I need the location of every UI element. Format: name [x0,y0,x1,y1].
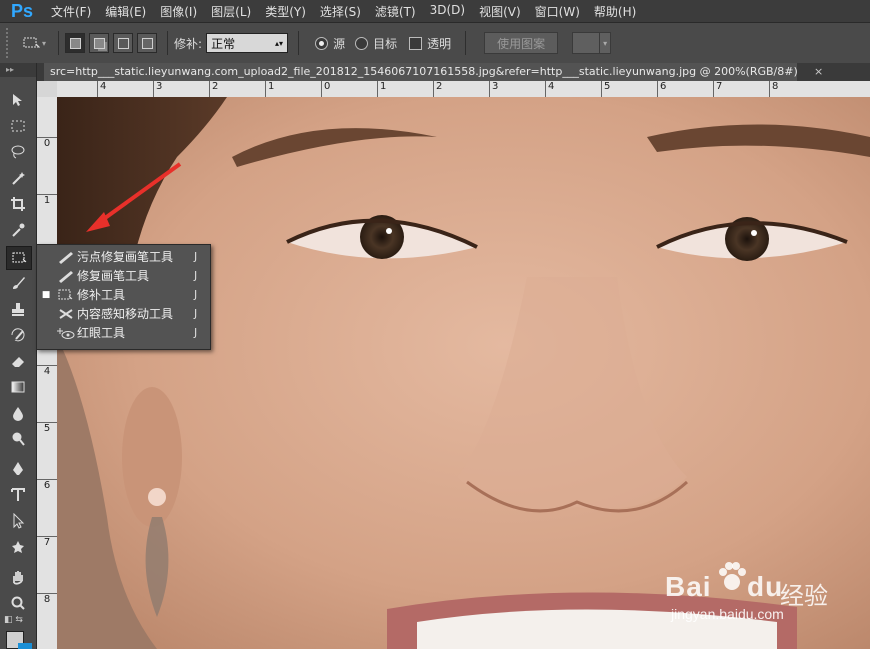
dodge-tool-icon[interactable] [6,428,30,450]
vertical-ruler[interactable]: 012345678 [37,97,58,649]
patch-icon [55,288,77,302]
menu-item[interactable]: 视图(V) [472,3,528,20]
flyout-item-healing-brush[interactable]: 修复画笔工具 J [37,266,210,285]
menu-item[interactable]: 类型(Y) [258,3,313,20]
marquee-tool-icon[interactable] [6,115,30,137]
custom-shape-icon[interactable] [6,536,30,558]
background-color-swatch[interactable] [18,643,32,649]
default-colors-icon[interactable]: ◧ ⇆ [4,615,23,625]
menu-item[interactable]: 图层(L) [204,3,258,20]
ruler-tick-label: 4 [545,81,554,97]
ruler-tick-label: 1 [377,81,386,97]
ruler-tick-label: 8 [769,81,778,97]
paw-logo-icon [719,562,746,590]
ruler-tick-label: 0 [37,137,57,149]
red-eye-icon [55,326,77,340]
target-label: 目标 [373,36,398,51]
ruler-tick-label: 3 [489,81,498,97]
flyout-item-content-aware-move[interactable]: 内容感知移动工具 J [37,304,210,323]
zoom-tool-icon[interactable] [6,592,30,614]
eyedropper-icon[interactable] [6,219,30,241]
magic-wand-icon[interactable] [6,167,30,189]
hand-tool-icon[interactable] [6,566,30,588]
ruler-tick-label: 2 [433,81,442,97]
patch-tool-icon[interactable] [6,246,32,270]
blur-tool-icon[interactable] [6,402,30,424]
tools-panel: ▸▸ ◧ ⇆ [0,63,37,649]
menu-item[interactable]: 文件(F) [44,3,98,20]
brush-tool-icon[interactable] [6,272,30,294]
intersect-selection-button[interactable] [137,33,158,53]
gradient-icon[interactable] [6,376,30,398]
subtract-selection-button[interactable] [113,33,134,53]
history-brush-icon[interactable] [6,324,30,346]
ruler-tick-label: 6 [657,81,666,97]
ruler-tick-label: 7 [37,536,57,548]
crop-tool-icon[interactable] [6,193,30,215]
horizontal-ruler[interactable]: 4 3 2 1 0 1 2 3 4 5 6 7 8 [57,81,870,98]
transparent-checkbox[interactable] [409,36,423,50]
clone-stamp-icon[interactable] [6,298,30,320]
lasso-tool-icon[interactable] [6,141,30,163]
document-tab-bar: src=http___static.lieyunwang.com_upload2… [37,63,870,81]
menu-item[interactable]: 编辑(E) [98,3,153,20]
type-tool-icon[interactable] [6,484,30,506]
photoshop-logo: Ps [10,0,34,21]
ruler-tick-label: 1 [265,81,274,97]
flyout-item-patch[interactable]: ■ 修补工具 J [37,285,210,304]
ruler-tick-label: 7 [713,81,722,97]
move-tool-icon[interactable] [6,89,30,111]
ruler-tick-label: 5 [601,81,610,97]
target-radio[interactable] [355,36,369,50]
ruler-tick-label: 5 [37,422,57,434]
flyout-item-red-eye[interactable]: 红眼工具 J [37,323,210,342]
menu-item[interactable]: 3D(D) [423,3,472,20]
eraser-icon[interactable] [6,350,30,372]
add-selection-button[interactable] [89,33,110,53]
selected-marker-icon: ■ [41,289,51,300]
pen-tool-icon[interactable] [6,458,30,480]
menu-item[interactable]: 窗口(W) [528,3,587,20]
menu-item[interactable]: 图像(I) [153,3,204,20]
ruler-origin[interactable] [37,81,58,98]
options-bar: ▾ 修补: 正常 ▴▾ 源 目标 透明 使用图案 ▾ [0,22,870,64]
pattern-swatch[interactable] [572,32,601,54]
close-tab-icon[interactable]: × [814,63,823,81]
path-selection-icon[interactable] [6,510,30,532]
menu-bar: Ps 文件(F) 编辑(E) 图像(I) 图层(L) 类型(Y) 选择(S) 滤镜(T) 3D… [0,0,870,22]
collapse-panel-icon[interactable]: ▸▸ [0,63,36,77]
content-aware-move-icon [55,307,77,321]
patch-tool-preset-icon[interactable] [20,32,42,54]
flyout-item-spot-healing[interactable]: 污点修复画笔工具 J [37,247,210,266]
menu-item[interactable]: 选择(S) [313,3,368,20]
pattern-dropdown-icon[interactable]: ▾ [600,32,612,54]
source-radio[interactable] [315,36,329,50]
patch-label: 修补: [174,36,203,51]
ruler-tick-label: 1 [37,194,57,206]
source-label: 源 [333,36,346,51]
patch-mode-select[interactable]: 正常 ▴▾ [206,33,289,53]
ruler-tick-label: 2 [209,81,218,97]
healing-brush-icon [55,269,77,283]
ruler-tick-label: 4 [37,365,57,377]
ruler-tick-label: 8 [37,593,57,605]
document-tab[interactable]: src=http___static.lieyunwang.com_upload2… [44,63,797,81]
menu-item[interactable]: 滤镜(T) [368,3,423,20]
annotation-arrow-icon [86,162,182,232]
ruler-tick-label: 0 [321,81,330,97]
use-pattern-button[interactable]: 使用图案 [484,32,559,54]
baidu-jingyan-watermark: Bai du 经验 jingyan.baidu.com [665,556,865,628]
transparent-label: 透明 [427,36,452,51]
ruler-tick-label: 6 [37,479,57,491]
menu-item[interactable]: 帮助(H) [587,3,643,20]
new-selection-button[interactable] [65,33,86,53]
ruler-tick-label: 3 [153,81,162,97]
healing-tools-flyout: 污点修复画笔工具 J 修复画笔工具 J ■ 修补工具 J 内容感知移动工具 J … [36,244,211,350]
spot-healing-brush-icon [55,250,77,264]
ruler-tick-label: 4 [97,81,106,97]
